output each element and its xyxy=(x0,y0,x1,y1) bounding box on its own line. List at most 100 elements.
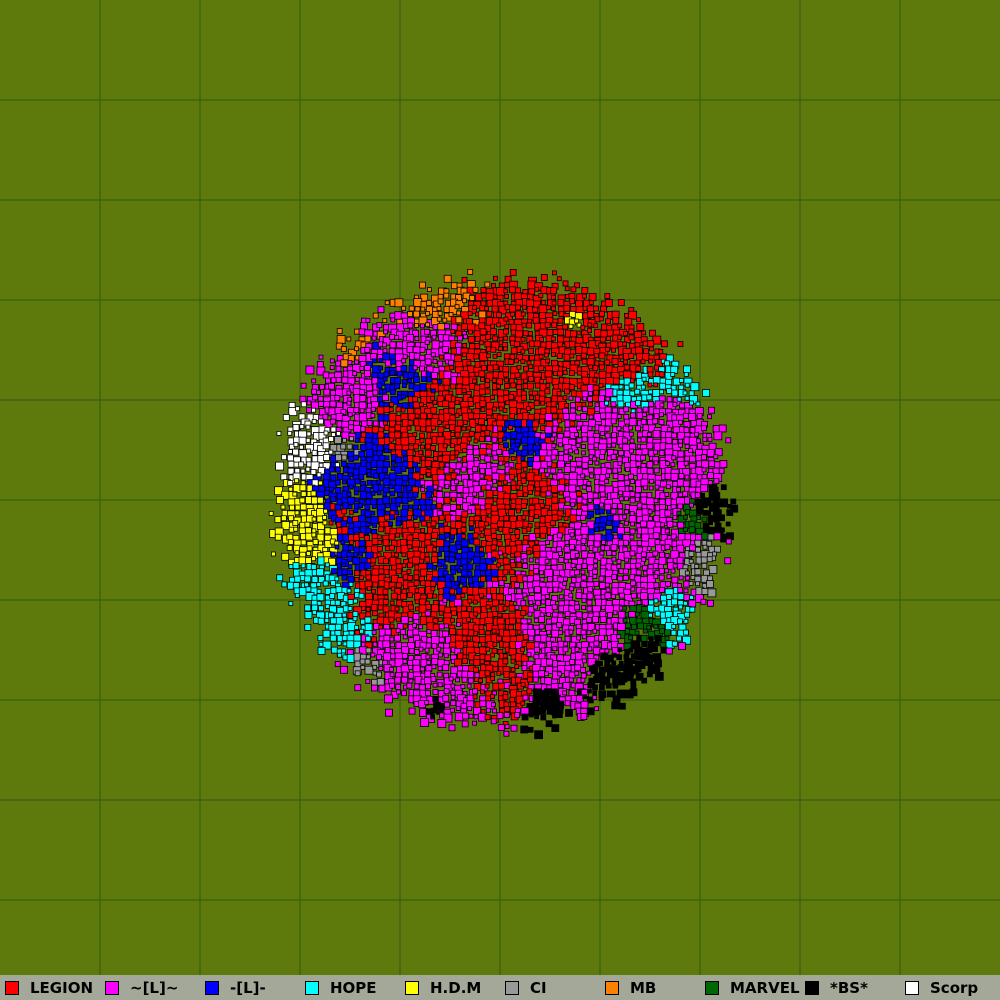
territory-tile[interactable] xyxy=(617,587,625,594)
territory-tile[interactable] xyxy=(383,514,390,521)
territory-tile[interactable] xyxy=(695,401,701,407)
territory-tile[interactable] xyxy=(587,646,593,652)
territory-tile[interactable] xyxy=(678,442,683,448)
territory-tile[interactable] xyxy=(436,306,442,312)
territory-tile[interactable] xyxy=(317,647,326,655)
territory-tile[interactable] xyxy=(520,478,527,484)
territory-tile[interactable] xyxy=(419,354,426,361)
territory-tile[interactable] xyxy=(587,425,593,431)
territory-tile[interactable] xyxy=(432,400,438,406)
territory-tile[interactable] xyxy=(552,270,557,276)
territory-tile[interactable] xyxy=(407,544,413,550)
territory-tile[interactable] xyxy=(502,557,510,565)
territory-tile[interactable] xyxy=(539,570,544,576)
territory-tile[interactable] xyxy=(564,540,570,545)
territory-tile[interactable] xyxy=(341,376,349,384)
territory-tile[interactable] xyxy=(630,479,635,485)
territory-tile[interactable] xyxy=(312,394,318,401)
territory-tile[interactable] xyxy=(612,610,618,616)
territory-tile[interactable] xyxy=(270,551,276,557)
territory-tile[interactable] xyxy=(588,390,593,396)
territory-tile[interactable] xyxy=(437,682,443,688)
territory-tile[interactable] xyxy=(652,389,661,398)
territory-tile[interactable] xyxy=(503,389,510,396)
territory-tile[interactable] xyxy=(647,509,653,515)
territory-tile[interactable] xyxy=(462,298,467,304)
territory-tile[interactable] xyxy=(714,545,721,553)
territory-tile[interactable] xyxy=(706,580,714,588)
territory-tile[interactable] xyxy=(576,406,582,412)
territory-tile[interactable] xyxy=(659,382,667,390)
territory-tile[interactable] xyxy=(640,418,647,425)
territory-tile[interactable] xyxy=(304,611,313,619)
territory-tile[interactable] xyxy=(629,448,634,454)
territory-tile[interactable] xyxy=(346,400,352,406)
territory-tile[interactable] xyxy=(438,354,444,360)
territory-tile[interactable] xyxy=(455,316,463,324)
territory-tile[interactable] xyxy=(508,473,515,480)
territory-tile[interactable] xyxy=(461,352,467,358)
territory-tile[interactable] xyxy=(306,551,311,556)
territory-tile[interactable] xyxy=(640,478,649,487)
territory-tile[interactable] xyxy=(664,360,670,367)
territory-tile[interactable] xyxy=(420,455,426,461)
territory-tile[interactable] xyxy=(587,396,594,403)
territory-tile[interactable] xyxy=(648,612,653,618)
territory-tile[interactable] xyxy=(340,443,347,450)
territory-tile[interactable] xyxy=(468,526,474,531)
territory-tile[interactable] xyxy=(707,437,713,442)
territory-tile[interactable] xyxy=(414,425,421,432)
territory-tile[interactable] xyxy=(462,420,468,426)
territory-tile[interactable] xyxy=(305,437,311,443)
territory-tile[interactable] xyxy=(503,456,510,462)
territory-tile[interactable] xyxy=(359,628,365,634)
territory-tile[interactable] xyxy=(414,322,419,328)
territory-tile[interactable] xyxy=(394,298,404,308)
territory-tile[interactable] xyxy=(701,562,708,569)
territory-tile[interactable] xyxy=(503,335,509,341)
territory-tile[interactable] xyxy=(298,556,307,565)
territory-tile[interactable] xyxy=(486,353,491,359)
territory-tile[interactable] xyxy=(527,676,533,683)
territory-tile[interactable] xyxy=(340,520,348,527)
territory-tile[interactable] xyxy=(467,706,473,711)
territory-tile[interactable] xyxy=(394,484,402,493)
territory-tile[interactable] xyxy=(395,478,404,486)
territory-tile[interactable] xyxy=(546,576,553,582)
territory-tile[interactable] xyxy=(503,712,510,718)
territory-tile[interactable] xyxy=(305,424,311,430)
territory-tile[interactable] xyxy=(408,707,416,715)
territory-tile[interactable] xyxy=(334,436,343,445)
territory-tile[interactable] xyxy=(294,575,302,583)
territory-tile[interactable] xyxy=(613,377,620,385)
territory-tile[interactable] xyxy=(412,443,419,450)
territory-tile[interactable] xyxy=(557,299,565,307)
territory-tile[interactable] xyxy=(334,394,341,401)
territory-tile[interactable] xyxy=(683,618,689,624)
territory-tile[interactable] xyxy=(707,575,713,582)
territory-tile[interactable] xyxy=(522,466,528,472)
territory-tile[interactable] xyxy=(551,300,557,306)
territory-tile[interactable] xyxy=(460,684,466,689)
territory-tile[interactable] xyxy=(496,383,502,389)
territory-tile[interactable] xyxy=(684,395,690,401)
territory-tile[interactable] xyxy=(432,546,438,552)
territory-tile[interactable] xyxy=(623,330,628,336)
territory-tile[interactable] xyxy=(504,294,510,299)
territory-tile[interactable] xyxy=(622,437,628,444)
territory-tile[interactable] xyxy=(406,682,413,689)
territory-tile[interactable] xyxy=(701,425,707,432)
territory-tile[interactable] xyxy=(359,394,367,402)
territory-tile[interactable] xyxy=(408,648,415,654)
territory-tile[interactable] xyxy=(293,442,299,448)
territory-tile[interactable] xyxy=(300,539,307,546)
territory-tile[interactable] xyxy=(390,592,398,600)
territory-tile[interactable] xyxy=(630,678,637,685)
territory-tile[interactable] xyxy=(562,646,569,653)
territory-tile[interactable] xyxy=(661,340,668,348)
territory-tile[interactable] xyxy=(347,606,353,611)
territory-tile[interactable] xyxy=(485,436,492,442)
territory-tile[interactable] xyxy=(433,455,438,461)
territory-tile[interactable] xyxy=(438,514,445,521)
territory-tile[interactable] xyxy=(587,682,594,688)
